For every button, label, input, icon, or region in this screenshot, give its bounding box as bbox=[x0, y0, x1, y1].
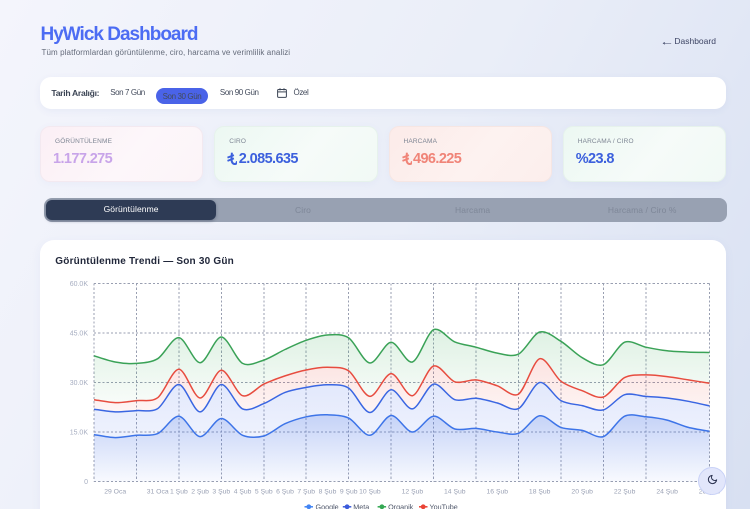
svg-text:8 Şub: 8 Şub bbox=[319, 488, 337, 495]
svg-text:30.0K: 30.0K bbox=[70, 379, 89, 386]
svg-text:Google: Google bbox=[316, 502, 339, 509]
svg-text:4 Şub: 4 Şub bbox=[234, 488, 252, 495]
svg-text:60.0K: 60.0K bbox=[70, 280, 89, 287]
svg-text:31 Oca: 31 Oca bbox=[147, 488, 169, 495]
svg-text:10 Şub: 10 Şub bbox=[359, 488, 381, 495]
svg-text:24 Şub: 24 Şub bbox=[656, 488, 678, 495]
svg-text:12 Şub: 12 Şub bbox=[402, 488, 424, 495]
svg-text:6 Şub: 6 Şub bbox=[276, 488, 294, 495]
svg-text:7 Şub: 7 Şub bbox=[297, 488, 315, 495]
svg-text:3 Şub: 3 Şub bbox=[212, 488, 230, 495]
svg-text:18 Şub: 18 Şub bbox=[529, 488, 551, 495]
svg-text:15.0K: 15.0K bbox=[70, 429, 89, 436]
svg-text:Meta: Meta bbox=[353, 502, 369, 509]
svg-text:29 Oca: 29 Oca bbox=[104, 488, 126, 495]
svg-text:14 Şub: 14 Şub bbox=[444, 488, 466, 495]
svg-text:2 Şub: 2 Şub bbox=[191, 488, 209, 495]
svg-text:Organik: Organik bbox=[388, 502, 414, 509]
svg-text:22 Şub: 22 Şub bbox=[614, 488, 636, 495]
svg-text:5 Şub: 5 Şub bbox=[255, 488, 273, 495]
svg-text:1 Şub: 1 Şub bbox=[170, 488, 188, 495]
svg-text:YouTube: YouTube bbox=[430, 502, 458, 509]
svg-text:0: 0 bbox=[84, 478, 88, 485]
svg-text:45.0K: 45.0K bbox=[70, 330, 89, 337]
svg-text:16 Şub: 16 Şub bbox=[487, 488, 509, 495]
svg-text:20 Şub: 20 Şub bbox=[571, 488, 593, 495]
svg-text:9 Şub: 9 Şub bbox=[340, 488, 358, 495]
